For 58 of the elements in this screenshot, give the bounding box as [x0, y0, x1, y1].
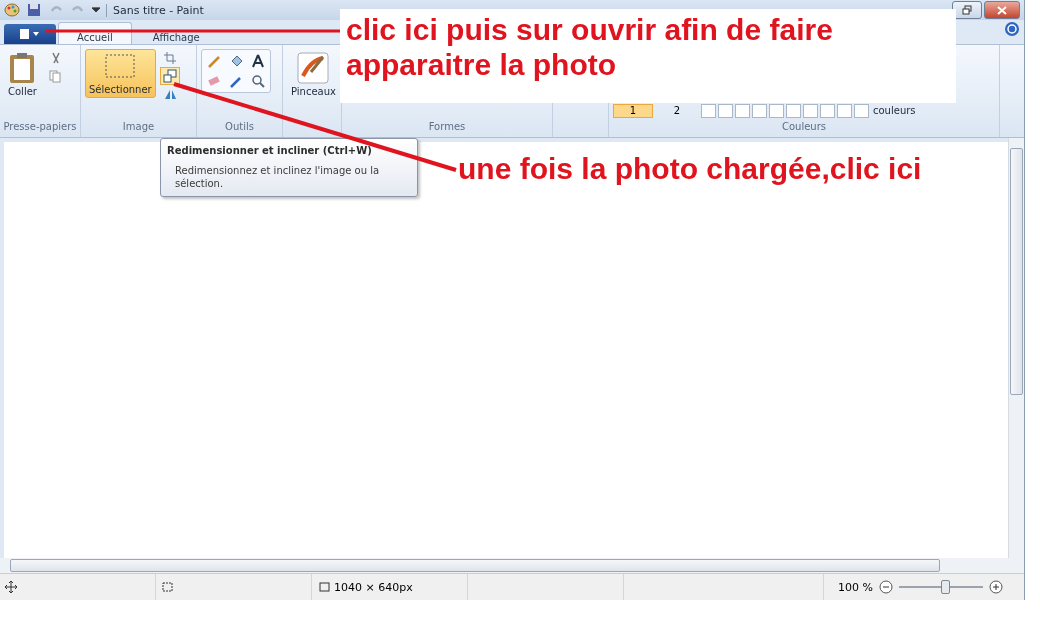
- move-cursor-icon: [4, 580, 18, 594]
- color-swatch[interactable]: [769, 104, 784, 118]
- help-icon: [1004, 21, 1020, 37]
- drawing-canvas[interactable]: [4, 142, 1008, 558]
- group-label: Couleurs: [781, 121, 827, 134]
- text-tool-icon: [251, 54, 265, 68]
- window-title: Sans titre - Paint: [106, 3, 204, 17]
- zoom-out-icon: [878, 580, 893, 594]
- color-swatch[interactable]: [786, 104, 801, 118]
- paint-palette-icon: [4, 2, 20, 18]
- selection-size-icon: [160, 580, 174, 594]
- annotation-text: clic ici puis sur ouvrir afin de faire apparaitre la photo: [340, 9, 956, 103]
- resize-button[interactable]: [159, 67, 180, 85]
- paintbrush-icon: [297, 52, 330, 84]
- clipboard-icon: [9, 52, 36, 84]
- zoom-slider-thumb[interactable]: [941, 580, 951, 594]
- close-button[interactable]: [984, 1, 1020, 19]
- tooltip-title: Redimensionner et incliner (Ctrl+W): [167, 145, 373, 156]
- color-swatch[interactable]: [837, 104, 852, 118]
- pencil-icon: [207, 54, 221, 68]
- menu-icon: [19, 29, 41, 39]
- canvas-size-icon: [316, 580, 330, 594]
- brushes-button[interactable]: Pinceaux: [287, 49, 340, 100]
- copy-icon: [47, 69, 62, 83]
- resize-icon: [162, 69, 177, 83]
- ribbon-tab[interactable]: Affichage: [133, 22, 219, 44]
- color-1-button[interactable]: 1: [613, 104, 653, 118]
- zoom-in-icon: [988, 580, 1003, 594]
- paint-bucket-icon: [229, 54, 243, 68]
- select-button[interactable]: Sélectionner: [85, 49, 156, 98]
- dropdown-caret-icon: [92, 7, 100, 13]
- crop-icon: [162, 51, 177, 65]
- tooltip-text: Redimensionnez et inclinez l'image ou la sélection.: [174, 164, 381, 190]
- image-dimensions: 1040 × 640px: [334, 580, 413, 594]
- group-label: Image: [121, 121, 156, 134]
- paste-button[interactable]: Coller: [4, 49, 41, 100]
- annotation-text: une fois la photo chargée,clic ici: [458, 151, 923, 187]
- horizontal-scrollbar[interactable]: [0, 558, 1024, 573]
- group-label: Presse-papiers: [2, 121, 78, 134]
- color-swatch[interactable]: [718, 104, 733, 118]
- magnifier-icon: [251, 74, 265, 88]
- color-swatch[interactable]: [752, 104, 767, 118]
- save-icon: [26, 2, 42, 18]
- group-label: Outils: [224, 121, 255, 134]
- group-label: Formes: [427, 121, 467, 134]
- color-swatch[interactable]: [820, 104, 835, 118]
- paint-menu-button[interactable]: [4, 24, 56, 44]
- close-icon: [997, 5, 1007, 15]
- color-swatch[interactable]: [701, 104, 716, 118]
- edit-colors-label[interactable]: couleurs: [873, 105, 916, 117]
- zoom-percentage: 100 %: [838, 580, 873, 594]
- color-2-button[interactable]: 2: [657, 104, 697, 118]
- restore-button[interactable]: [952, 1, 982, 19]
- color-swatch[interactable]: [735, 104, 750, 118]
- vertical-scrollbar[interactable]: [1008, 138, 1024, 558]
- restore-icon: [962, 5, 972, 15]
- color-swatch[interactable]: [803, 104, 818, 118]
- color-swatch[interactable]: [854, 104, 869, 118]
